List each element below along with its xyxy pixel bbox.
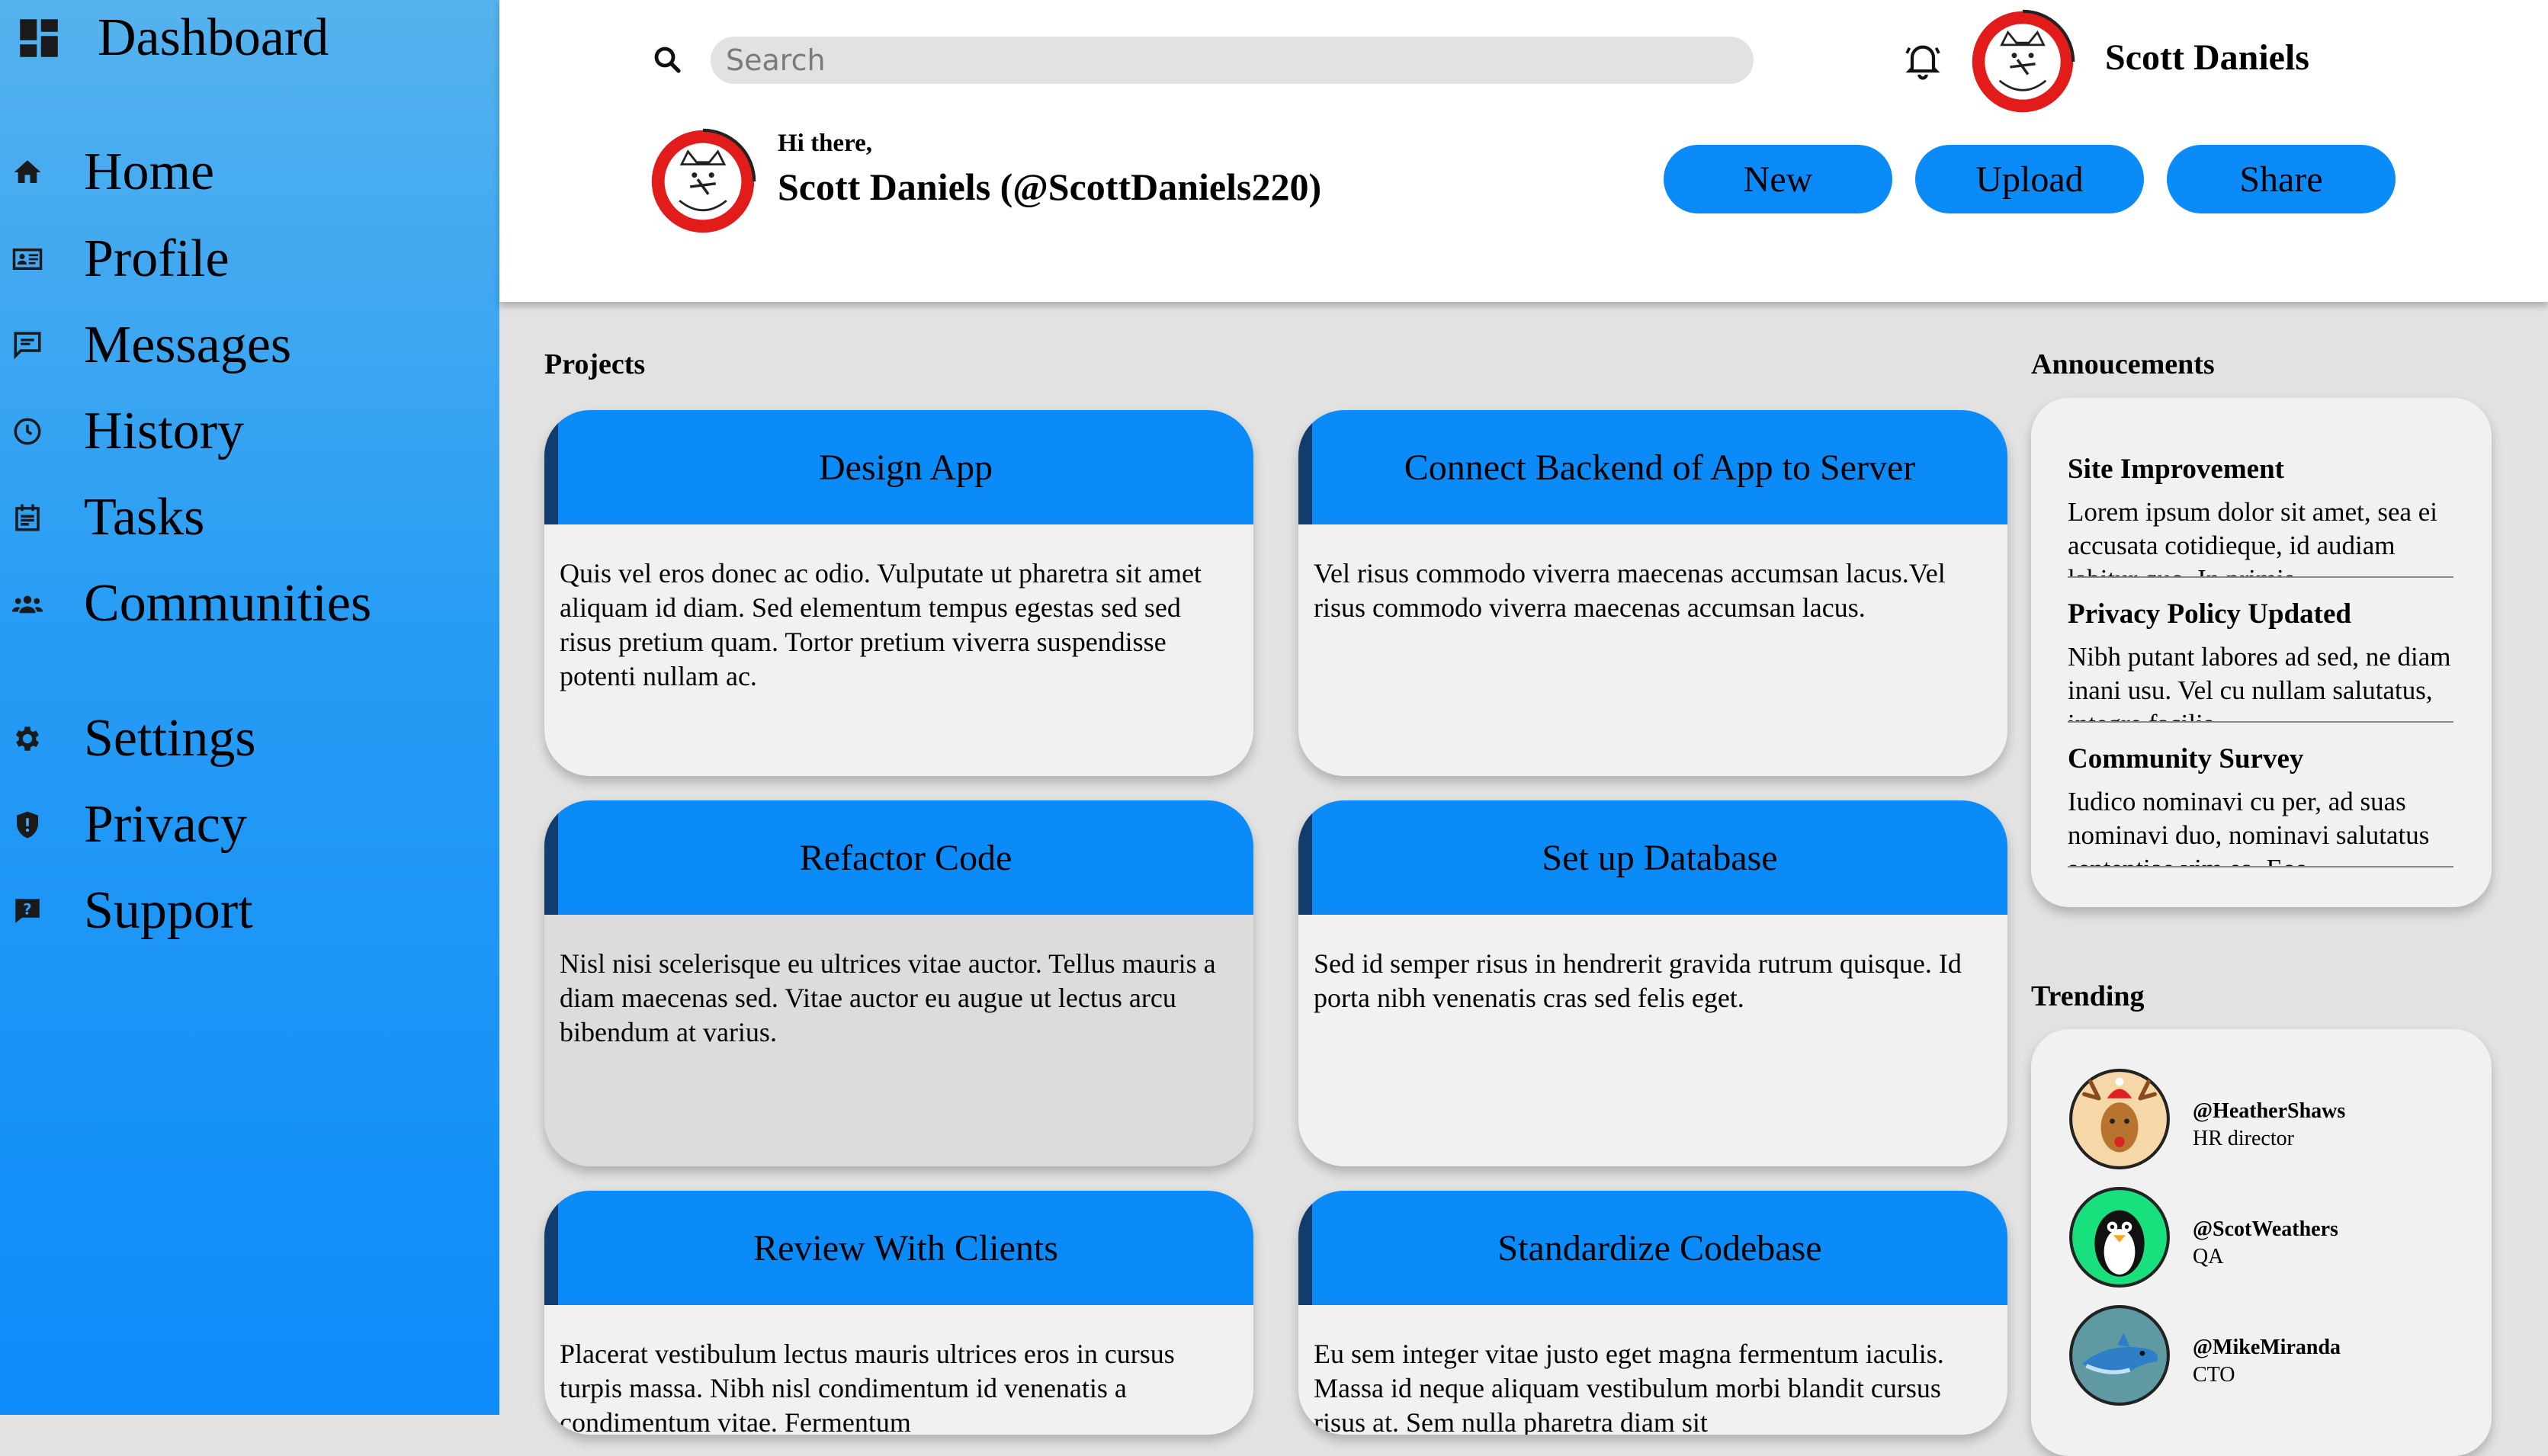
user-avatar[interactable] [1970,9,2075,114]
projects-title: Projects [544,348,646,380]
sidebar-item-tasks[interactable]: Tasks [0,479,499,556]
sidebar-item-label: Home [84,143,215,201]
announcements-title: Annoucements [2031,348,2215,380]
sidebar-item-label: History [84,402,244,460]
trending-panel: @HeatherShaws HR director @ScotWeathers … [2031,1029,2492,1456]
notification-bell-icon[interactable] [1901,38,1944,81]
announcement-text: Lorem ipsum dolor sit amet, sea ei accus… [2068,497,2438,576]
upload-button[interactable]: Upload [1915,145,2144,213]
trending-title: Trending [2031,980,2145,1012]
project-card[interactable]: Set up Database Sed id semper risus in h… [1298,800,2007,1166]
tasks-icon [11,501,44,534]
project-card-title: Set up Database [1298,800,2007,915]
gear-icon [11,722,44,755]
project-card[interactable]: Standardize Codebase Eu sem integer vita… [1298,1191,2007,1435]
trending-handle: @MikeMiranda [2193,1336,2341,1359]
trending-person[interactable]: @HeatherShaws HR director [2068,1067,2464,1174]
greeting-text: Hi there, [778,130,873,157]
sidebar-item-privacy[interactable]: Privacy [0,787,499,863]
sidebar-item-settings[interactable]: Settings [0,701,499,777]
help-icon: ? [11,894,44,928]
share-button[interactable]: Share [2167,145,2396,213]
message-icon [11,329,44,362]
sidebar-item-communities[interactable]: Communities [0,566,499,642]
sidebar-item-label: Profile [84,229,229,288]
reindeer-avatar [2069,1069,2170,1169]
project-card-title: Refactor Code [544,800,1253,915]
id-card-icon [11,242,44,276]
announcement-title: Community Survey [2068,743,2304,775]
greeting-avatar [651,128,756,233]
sidebar: Dashboard Home Profile Messages History … [0,0,499,1415]
sidebar-item-home[interactable]: Home [0,134,499,210]
trending-role: HR director [2193,1127,2294,1150]
announcement-title: Site Improvement [2068,454,2284,485]
project-card-body: Nisl nisi scelerisque eu ultrices vitae … [560,948,1216,1047]
project-card-title: Standardize Codebase [1298,1191,2007,1305]
project-card[interactable]: Refactor Code Nisl nisi scelerisque eu u… [544,800,1253,1166]
project-card-title: Review With Clients [544,1191,1253,1305]
greeting-user-name: Scott Daniels (@ScottDaniels220) [778,165,1322,208]
project-card[interactable]: Connect Backend of App to Server Vel ris… [1298,410,2007,776]
new-button[interactable]: New [1664,145,1892,213]
sidebar-item-profile[interactable]: Profile [0,221,499,297]
dashboard-icon [20,19,58,57]
announcement-item[interactable]: Site Improvement Lorem ipsum dolor sit a… [2068,447,2453,578]
header-user-name[interactable]: Scott Daniels [2105,37,2309,79]
announcement-title: Privacy Policy Updated [2068,598,2352,630]
project-card-body: Placerat vestibulum lectus mauris ultric… [560,1339,1175,1435]
project-card[interactable]: Design App Quis vel eros donec ac odio. … [544,410,1253,776]
search-input[interactable] [711,37,1754,84]
sidebar-item-label: Messages [84,316,292,374]
trending-handle: @HeatherShaws [2193,1099,2346,1123]
announcement-text: Iudico nominavi cu per, ad suas nominavi… [2068,787,2430,866]
dashboard-title: Dashboard [98,8,329,67]
sidebar-item-label: Communities [84,574,372,633]
sidebar-item-label: Settings [84,709,256,768]
announcements-panel: Site Improvement Lorem ipsum dolor sit a… [2031,398,2492,907]
project-card-body: Quis vel eros donec ac odio. Vulputate u… [560,558,1202,691]
trending-role: CTO [2193,1363,2235,1387]
dashboard-brand[interactable]: Dashboard [14,5,329,72]
project-card-body: Sed id semper risus in hendrerit gravida… [1314,948,1962,1013]
trending-handle: @ScotWeathers [2193,1217,2338,1241]
trending-person[interactable]: @MikeMiranda CTO [2068,1304,2464,1410]
sidebar-item-support[interactable]: ? Support [0,873,499,949]
project-card-title: Design App [544,410,1253,524]
shield-icon [11,808,44,842]
home-icon [11,156,44,189]
announcement-item[interactable]: Privacy Policy Updated Nibh putant labor… [2068,592,2453,723]
dolphin-avatar [2069,1305,2170,1406]
search-icon[interactable] [650,42,686,79]
sidebar-item-messages[interactable]: Messages [0,307,499,383]
sidebar-item-label: Tasks [84,488,205,547]
project-card-body: Eu sem integer vitae justo eget magna fe… [1314,1339,1944,1435]
announcement-text: Nibh putant labores ad sed, ne diam inan… [2068,642,2451,721]
sidebar-item-history[interactable]: History [0,393,499,470]
sidebar-item-label: Privacy [84,795,247,854]
project-card[interactable]: Review With Clients Placerat vestibulum … [544,1191,1253,1435]
clock-icon [11,415,44,448]
penguin-avatar [2069,1187,2170,1288]
announcement-item[interactable]: Community Survey Iudico nominavi cu per,… [2068,736,2453,868]
trending-person[interactable]: @ScotWeathers QA [2068,1185,2464,1292]
project-card-body: Vel risus commodo viverra maecenas accum… [1314,558,1946,623]
project-card-title: Connect Backend of App to Server [1298,410,2007,524]
trending-role: QA [2193,1245,2224,1268]
svg-text:?: ? [23,900,31,918]
people-icon [11,587,44,621]
sidebar-item-label: Support [84,881,253,940]
